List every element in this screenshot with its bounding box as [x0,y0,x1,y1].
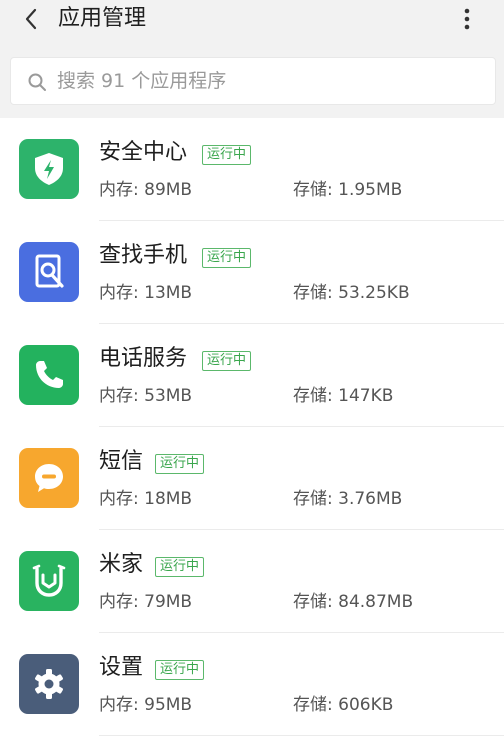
app-row-settings[interactable]: 设置 运行中 内存: 95MB 存储: 606KB [0,633,504,736]
status-badge: 运行中 [155,454,205,474]
search-icon [28,73,46,91]
mijia-icon [19,551,79,611]
search-box[interactable] [10,57,496,105]
app-name: 设置 [99,655,144,680]
memory-usage: 内存: 53MB [99,386,193,406]
status-badge: 运行中 [155,557,205,577]
more-options-button[interactable] [452,3,482,35]
status-badge: 运行中 [202,145,252,165]
storage-usage: 存储: 3.76MB [293,489,403,509]
memory-usage: 内存: 79MB [99,592,193,612]
app-row-messages[interactable]: 短信 运行中 内存: 18MB 存储: 3.76MB [0,427,504,530]
memory-usage: 内存: 95MB [99,695,193,715]
gear-icon [19,654,79,714]
app-row-find-phone[interactable]: 查找手机 运行中 内存: 13MB 存储: 53.25KB [0,221,504,324]
storage-usage: 存储: 147KB [293,386,394,406]
row-divider [99,735,504,736]
app-name: 短信 [99,449,144,474]
app-name: 米家 [99,552,144,577]
app-name: 查找手机 [99,243,188,268]
page-title: 应用管理 [58,6,147,31]
shield-bolt-icon [19,139,79,199]
message-icon [19,448,79,508]
app-name: 电话服务 [99,346,188,371]
chevron-left-icon [25,8,37,30]
memory-usage: 内存: 89MB [99,180,193,200]
find-phone-icon [19,242,79,302]
top-bar: 应用管理 [0,0,504,118]
app-row-phone-service[interactable]: 电话服务 运行中 内存: 53MB 存储: 147KB [0,324,504,427]
more-vertical-icon [464,8,470,30]
storage-usage: 存储: 53.25KB [293,283,410,303]
app-name: 安全中心 [99,140,188,165]
status-badge: 运行中 [202,248,252,268]
app-row-security-center[interactable]: 安全中心 运行中 内存: 89MB 存储: 1.95MB [0,118,504,221]
memory-usage: 内存: 13MB [99,283,193,303]
storage-usage: 存储: 84.87MB [293,592,414,612]
status-badge: 运行中 [155,660,205,680]
back-button[interactable] [16,2,46,36]
storage-usage: 存储: 606KB [293,695,394,715]
header: 应用管理 [0,0,504,40]
storage-usage: 存储: 1.95MB [293,180,403,200]
app-row-mijia[interactable]: 米家 运行中 内存: 79MB 存储: 84.87MB [0,530,504,633]
status-badge: 运行中 [202,351,252,371]
search-input[interactable] [57,58,477,104]
memory-usage: 内存: 18MB [99,489,193,509]
phone-icon [19,345,79,405]
